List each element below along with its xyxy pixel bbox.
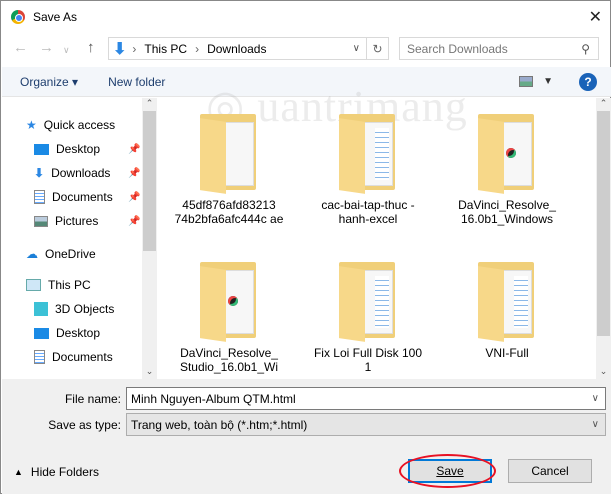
document-icon xyxy=(34,190,45,204)
folder-icon xyxy=(194,256,264,342)
view-dropdown-icon[interactable]: ▼ xyxy=(543,76,553,87)
address-bar[interactable]: ⬇ › This PC › Downloads ∨ ↻ xyxy=(108,37,389,60)
pin-icon[interactable]: 📌 xyxy=(128,192,140,203)
save-panel: File name: Minh Nguyen-Album QTM.html ∨ S… xyxy=(2,379,611,494)
folder-icon xyxy=(333,256,403,342)
forward-button[interactable]: → xyxy=(39,39,54,56)
address-dropdown-icon[interactable]: ∨ xyxy=(353,43,366,54)
nav-scrollbar[interactable]: ⌃ ⌄ xyxy=(142,98,157,379)
folder-item[interactable]: DaVinci_Resolve_ Studio_16.0b1_Wi xyxy=(174,256,284,374)
organize-button[interactable]: Organize ▾ xyxy=(20,75,78,89)
folder-item[interactable]: DaVinci_Resolve_ 16.0b1_Windows xyxy=(452,108,562,226)
up-button[interactable]: ↑ xyxy=(87,39,95,56)
nav-scroll-thumb[interactable] xyxy=(143,111,156,251)
nav-pc-desktop[interactable]: Desktop xyxy=(34,326,100,340)
nav-onedrive[interactable]: ☁ OneDrive xyxy=(26,247,96,261)
folder-item[interactable]: 45df876afd83213 74b2bfa6afc444c ae xyxy=(174,108,284,226)
cube-icon xyxy=(34,302,48,316)
pin-icon[interactable]: 📌 xyxy=(128,216,140,227)
star-icon: ★ xyxy=(26,118,37,132)
back-button[interactable]: ← xyxy=(13,39,28,56)
cancel-button[interactable]: Cancel xyxy=(508,459,592,483)
new-folder-button[interactable]: New folder xyxy=(108,75,165,89)
chevron-up-icon: ▲ xyxy=(14,467,23,477)
nav-pc-documents[interactable]: Documents xyxy=(34,350,113,364)
help-icon[interactable]: ? xyxy=(579,72,597,91)
desktop-icon xyxy=(34,143,49,155)
pictures-icon xyxy=(34,215,48,227)
save-type-select[interactable]: Trang web, toàn bộ (*.htm;*.html) ∨ xyxy=(126,413,606,436)
highlight-ellipse xyxy=(399,454,496,488)
view-icon[interactable] xyxy=(519,76,534,87)
breadcrumb-downloads[interactable]: Downloads xyxy=(207,42,266,56)
recent-dropdown[interactable]: ∨ xyxy=(63,45,70,56)
downloads-arrow-icon: ⬇ xyxy=(113,40,127,58)
content-scroll-thumb[interactable] xyxy=(597,111,610,336)
desktop-icon xyxy=(34,327,49,339)
nav-3d-objects[interactable]: 3D Objects xyxy=(34,302,114,316)
nav-documents[interactable]: Documents xyxy=(34,190,113,204)
download-icon: ⬇ xyxy=(34,166,45,180)
nav-desktop[interactable]: Desktop xyxy=(34,142,100,156)
folder-icon xyxy=(472,108,542,194)
nav-downloads[interactable]: ⬇ Downloads xyxy=(34,166,110,180)
nav-pictures[interactable]: Pictures xyxy=(34,214,98,228)
navigation-pane: ★ Quick access Desktop 📌 ⬇ Downloads 📌 Doc… xyxy=(2,98,142,379)
close-button[interactable]: ✕ xyxy=(589,7,602,27)
hide-folders-button[interactable]: ▲ Hide Folders xyxy=(14,465,99,479)
pin-icon[interactable]: 📌 xyxy=(128,144,140,155)
pin-icon[interactable]: 📌 xyxy=(128,168,140,179)
breadcrumb-this-pc[interactable]: This PC xyxy=(144,42,187,56)
content-scrollbar[interactable]: ⌃ ⌄ xyxy=(596,98,611,379)
document-icon xyxy=(34,350,45,364)
refresh-icon[interactable]: ↻ xyxy=(366,38,388,59)
chevron-down-icon: ∨ xyxy=(591,393,599,404)
title-bar: Save As xyxy=(11,1,77,33)
folder-icon xyxy=(194,108,264,194)
folder-item[interactable]: VNI-Full xyxy=(452,256,562,360)
folder-icon xyxy=(333,108,403,194)
chrome-icon xyxy=(11,10,25,24)
chevron-down-icon: ∨ xyxy=(591,419,599,430)
computer-icon xyxy=(26,279,41,291)
file-name-label: File name: xyxy=(64,392,121,406)
window-title: Save As xyxy=(33,10,78,24)
folder-icon xyxy=(472,256,542,342)
file-name-input[interactable]: Minh Nguyen-Album QTM.html ∨ xyxy=(126,387,606,410)
folder-item[interactable]: Fix Loi Full Disk 100 1 xyxy=(313,256,423,374)
nav-quick-access[interactable]: ★ Quick access xyxy=(26,118,115,132)
nav-this-pc[interactable]: This PC xyxy=(26,278,91,292)
file-list: 45df876afd83213 74b2bfa6afc444c ae cac-b… xyxy=(159,98,596,379)
cloud-icon: ☁ xyxy=(26,247,38,261)
save-type-label: Save as type: xyxy=(48,418,121,432)
folder-item[interactable]: cac-bai-tap-thuc -hanh-excel xyxy=(313,108,423,226)
save-as-dialog: Save As ✕ ← → ∨ ↑ ⬇ › This PC › Download… xyxy=(0,0,611,494)
search-icon: ⚲ xyxy=(581,41,590,56)
search-input[interactable]: Search Downloads ⚲ xyxy=(399,37,599,60)
